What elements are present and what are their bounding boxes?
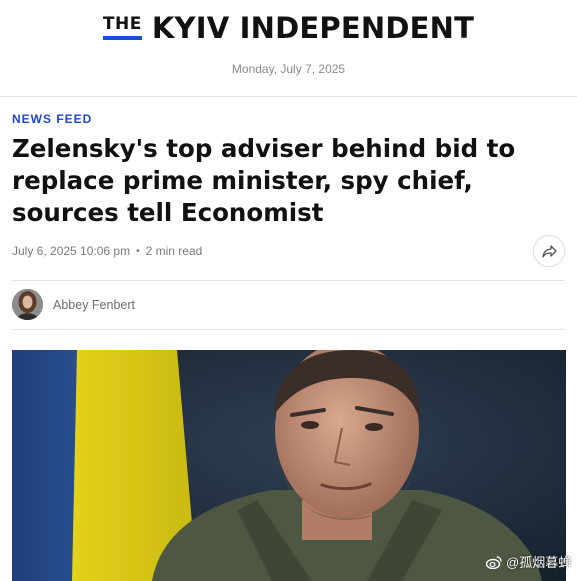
masthead: THE KYIV INDEPENDENT: [0, 12, 577, 46]
divider: [12, 280, 565, 281]
share-arrow-icon: [541, 244, 557, 258]
watermark: @孤烟暮蝉: [486, 552, 571, 571]
publish-date: July 6, 2025 10:06 pm: [12, 244, 131, 258]
category-label[interactable]: NEWS FEED: [12, 112, 92, 126]
author-name[interactable]: Abbey Fenbert: [53, 298, 135, 312]
meta-separator: •: [136, 245, 140, 257]
divider: [12, 329, 565, 330]
weibo-icon: [486, 555, 502, 569]
share-button[interactable]: [533, 235, 565, 267]
current-date: Monday, July 7, 2025: [231, 62, 346, 76]
logo-name: KYIV INDEPENDENT: [151, 11, 475, 45]
watermark-text: @孤烟暮蝉: [506, 555, 572, 570]
hero-image: [12, 350, 566, 581]
site-logo[interactable]: THE KYIV INDEPENDENT: [102, 11, 475, 45]
logo-the: THE: [102, 16, 142, 40]
author-avatar: [12, 289, 43, 320]
article-headline: Zelensky's top adviser behind bid to rep…: [12, 134, 516, 227]
read-time: 2 min read: [145, 244, 203, 258]
author-byline[interactable]: Abbey Fenbert: [12, 289, 135, 320]
article-meta: July 6, 2025 10:06 pm • 2 min read: [12, 244, 202, 258]
divider: [0, 96, 577, 97]
